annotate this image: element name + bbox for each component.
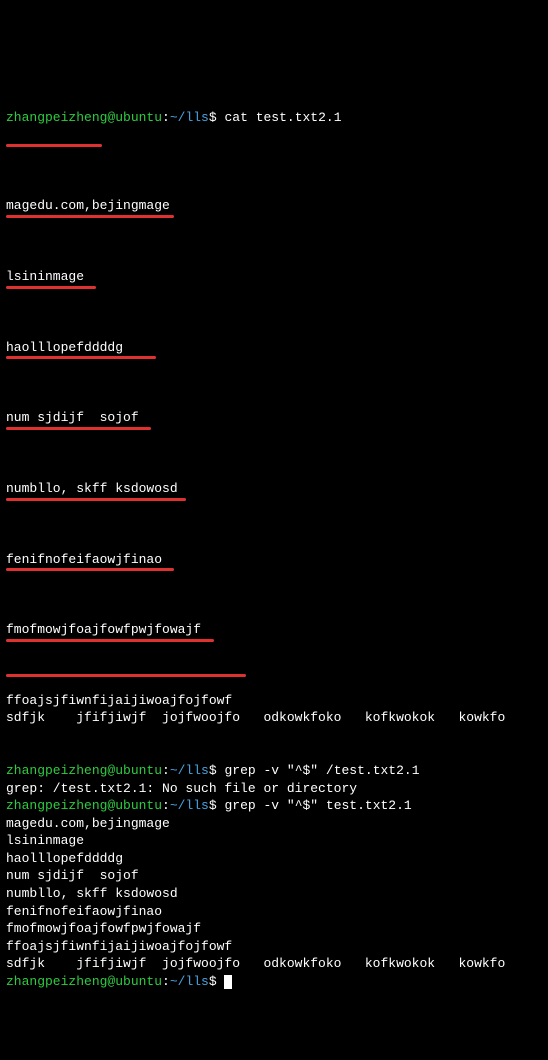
blank-line bbox=[6, 515, 542, 533]
output-line: haolllopefddddg bbox=[6, 851, 123, 866]
output-line: fenifnofeifaowjfinao bbox=[6, 904, 162, 919]
blank-line bbox=[6, 303, 542, 321]
prompt-path: ~/lls bbox=[170, 110, 209, 125]
output-line: magedu.com,bejingmage bbox=[6, 197, 542, 215]
output-line: magedu.com,bejingmage bbox=[6, 816, 170, 831]
prompt-line-4[interactable]: zhangpeizheng@ubuntu:~/lls$ bbox=[6, 974, 232, 989]
blank-line bbox=[6, 162, 542, 180]
cursor-icon bbox=[224, 975, 232, 989]
blank-line bbox=[6, 233, 542, 251]
prompt-line-2: zhangpeizheng@ubuntu:~/lls$ grep -v "^$"… bbox=[6, 763, 420, 778]
annotation-underline bbox=[6, 639, 214, 642]
annotation-underline bbox=[6, 356, 156, 359]
output-line: fmofmowjfoajfowfpwjfowajf bbox=[6, 921, 201, 936]
annotation-underline bbox=[6, 674, 246, 677]
output-line: numbllo, skff ksdowosd bbox=[6, 886, 178, 901]
blank-line-annotated bbox=[6, 656, 542, 674]
output-line: fmofmowjfoajfowfpwjfowajf bbox=[6, 621, 542, 639]
blank-line bbox=[6, 374, 542, 392]
output-line: num sjdijf sojof bbox=[6, 409, 542, 427]
blank-line bbox=[6, 727, 542, 745]
annotation-underline bbox=[6, 498, 186, 501]
command-grep[interactable]: grep -v "^$" test.txt2.1 bbox=[224, 798, 411, 813]
output-line: num sjdijf sojof bbox=[6, 868, 139, 883]
annotation-underline bbox=[6, 215, 174, 218]
prompt-userhost: zhangpeizheng@ubuntu bbox=[6, 110, 162, 125]
blank-line bbox=[6, 444, 542, 462]
error-line: grep: /test.txt2.1: No such file or dire… bbox=[6, 781, 357, 796]
annotation-underline bbox=[6, 144, 102, 147]
output-line: lsininmage bbox=[6, 268, 542, 286]
annotation-underline bbox=[6, 427, 151, 430]
output-line: sdfjk jfifjiwjf jojfwoojfo odkowkfoko ko… bbox=[6, 710, 505, 725]
output-line: lsininmage bbox=[6, 833, 84, 848]
output-line: ffoajsjfiwnfijaijiwoajfojfowf bbox=[6, 693, 232, 708]
output-line: fenifnofeifaowjfinao bbox=[6, 551, 542, 569]
annotation-underline bbox=[6, 568, 174, 571]
prompt-line-1: zhangpeizheng@ubuntu:~/lls$ cat test.txt… bbox=[6, 92, 542, 145]
output-line: haolllopefddddg bbox=[6, 339, 542, 357]
annotation-underline bbox=[6, 286, 96, 289]
output-line: sdfjk jfifjiwjf jojfwoojfo odkowkfoko ko… bbox=[6, 956, 505, 971]
command-grep-bad[interactable]: grep -v "^$" /test.txt2.1 bbox=[224, 763, 419, 778]
output-line: numbllo, skff ksdowosd bbox=[6, 480, 542, 498]
output-line: ffoajsjfiwnfijaijiwoajfojfowf bbox=[6, 939, 232, 954]
command-cat[interactable]: cat test.txt2.1 bbox=[224, 110, 341, 125]
prompt-line-3: zhangpeizheng@ubuntu:~/lls$ grep -v "^$"… bbox=[6, 798, 412, 813]
blank-line bbox=[6, 586, 542, 604]
